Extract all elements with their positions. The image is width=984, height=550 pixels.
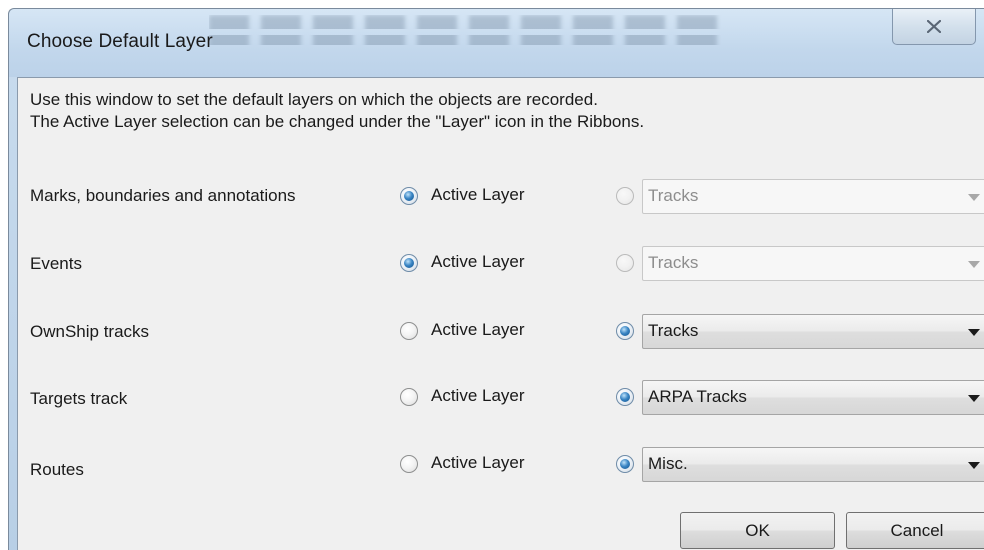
layer-select-radio	[616, 254, 634, 272]
row-label: Targets track	[30, 389, 128, 408]
chevron-down-icon	[968, 395, 980, 402]
row-label: Events	[30, 254, 82, 273]
layer-dropdown-value: Misc.	[648, 454, 688, 473]
active-layer-radio[interactable]	[400, 187, 418, 205]
layer-dropdown[interactable]: Misc.	[642, 447, 984, 482]
cancel-button[interactable]: Cancel	[846, 512, 984, 549]
close-button[interactable]	[892, 9, 976, 45]
description-line-1: Use this window to set the default layer…	[30, 90, 598, 109]
layer-select-radio[interactable]	[616, 322, 634, 340]
active-layer-radio[interactable]	[400, 322, 418, 340]
layer-dropdown-value: Tracks	[648, 186, 699, 205]
dialog-window: Choose Default Layer Use this window to …	[8, 8, 984, 550]
row-label: Routes	[30, 460, 84, 479]
active-layer-radio-label[interactable]: Active Layer	[431, 252, 525, 272]
dialog-content: Use this window to set the default layer…	[17, 77, 984, 550]
row-label: Marks, boundaries and annotations	[30, 186, 296, 205]
layer-dropdown: Tracks	[642, 246, 984, 281]
chevron-down-icon	[968, 329, 980, 336]
layer-select-radio	[616, 187, 634, 205]
active-layer-radio-label[interactable]: Active Layer	[431, 185, 525, 205]
layer-select-radio[interactable]	[616, 388, 634, 406]
layer-dropdown-value: ARPA Tracks	[648, 387, 747, 406]
layer-dropdown[interactable]: ARPA Tracks	[642, 380, 984, 415]
close-icon	[927, 20, 941, 33]
description-line-2: The Active Layer selection can be change…	[30, 112, 645, 131]
layer-dropdown[interactable]: Tracks	[642, 314, 984, 349]
active-layer-radio-label[interactable]: Active Layer	[431, 320, 525, 340]
chevron-down-icon	[968, 194, 980, 201]
active-layer-radio-label[interactable]: Active Layer	[431, 386, 525, 406]
dialog-title: Choose Default Layer	[27, 31, 213, 52]
chevron-down-icon	[968, 462, 980, 469]
title-bar[interactable]: Choose Default Layer	[9, 9, 984, 77]
active-layer-radio[interactable]	[400, 455, 418, 473]
layer-select-radio[interactable]	[616, 455, 634, 473]
row-label: OwnShip tracks	[30, 322, 150, 341]
active-layer-radio-label[interactable]: Active Layer	[431, 453, 525, 473]
layer-dropdown-value: Tracks	[648, 321, 699, 340]
active-layer-radio[interactable]	[400, 254, 418, 272]
layer-dropdown-value: Tracks	[648, 253, 699, 272]
chevron-down-icon	[968, 261, 980, 268]
ok-button[interactable]: OK	[680, 512, 835, 549]
layer-dropdown: Tracks	[642, 179, 984, 214]
description: Use this window to set the default layer…	[30, 89, 644, 133]
active-layer-radio[interactable]	[400, 388, 418, 406]
blurred-background-text	[209, 15, 729, 51]
